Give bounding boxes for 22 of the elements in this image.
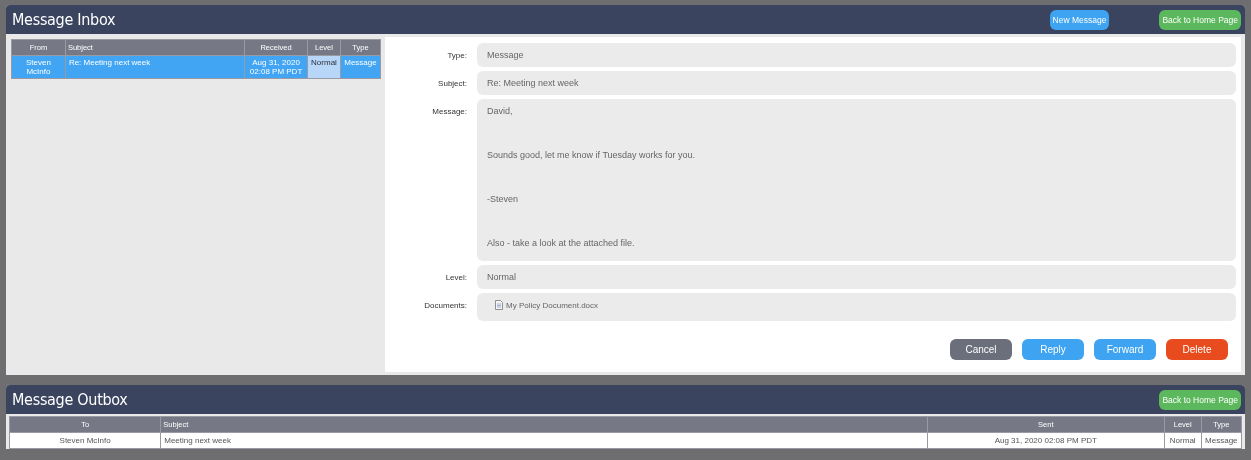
action-button[interactable]: Reply [1022,339,1084,360]
field-label: Subject: [437,78,468,90]
new-message-button[interactable]: New Message [1049,9,1110,30]
message-field[interactable]: David, Sounds good, let me know if Tuesday works for you. -Steven Also - take a look at the attached file. [477,99,1236,261]
text-field[interactable]: Normal [477,265,1236,289]
field-label: Type: [446,50,468,62]
table-cell: Re: Meeting next week [65,55,245,79]
action-button[interactable]: Forward [1094,339,1156,360]
text-field[interactable]: Message [477,43,1236,67]
field-label: Documents: [423,300,468,312]
outbox-title: Message Outbox [12,390,129,409]
text-field[interactable]: Re: Meeting next week [477,71,1236,95]
inbox-title: Message Inbox [12,10,117,29]
table-cell: Steven McInfo [11,55,66,79]
field-label: Level: [444,272,468,284]
home-button[interactable]: Back to Home Page [1159,389,1241,410]
field-label: Message: [431,106,468,118]
action-button[interactable]: Delete [1166,339,1228,360]
document-link[interactable]: My Policy Document.docx [495,300,599,310]
action-button[interactable]: Cancel [950,339,1012,360]
document-icon [495,300,503,310]
home-button[interactable]: Back to Home Page [1159,9,1241,30]
